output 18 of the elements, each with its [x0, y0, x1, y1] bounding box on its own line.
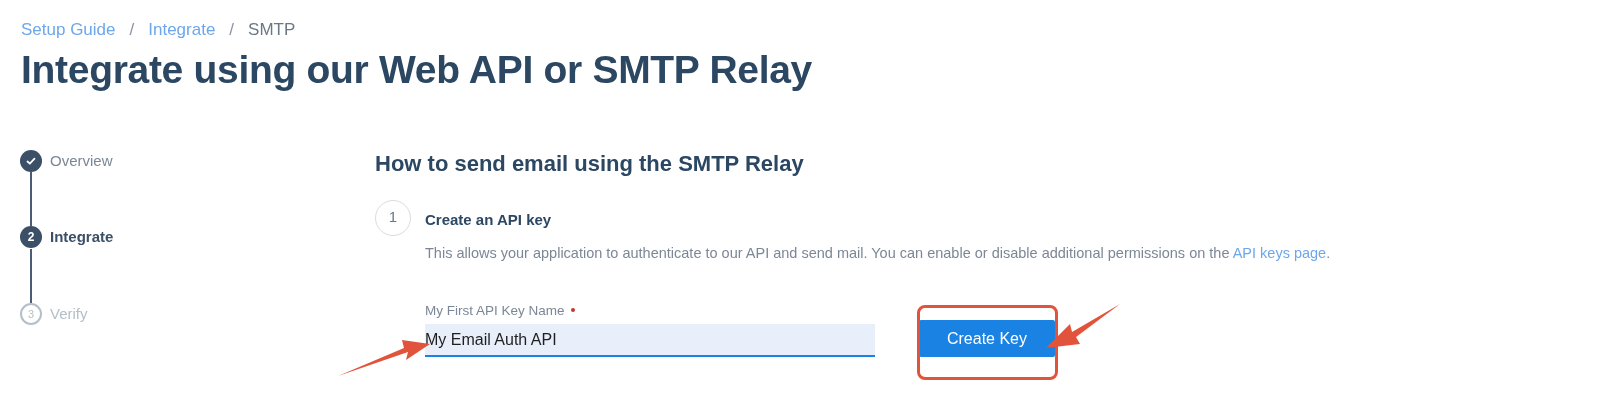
- step-title: Create an API key: [425, 209, 553, 230]
- step-description: This allows your application to authenticate to our API and send mail. You can enable or disable additional permissions on the API keys page.: [425, 244, 1331, 263]
- step-label[interactable]: Overview: [50, 149, 113, 172]
- breadcrumb-current: SMTP: [248, 19, 296, 41]
- page-title: Integrate using our Web API or SMTP Relay: [21, 46, 813, 93]
- field-label: My First API Key Name: [425, 300, 875, 321]
- section-heading: How to send email using the SMTP Relay: [375, 149, 805, 178]
- step-label[interactable]: Integrate: [50, 226, 114, 249]
- breadcrumb-link[interactable]: Setup Guide: [21, 17, 116, 43]
- breadcrumb-separator: /: [129, 19, 135, 41]
- api-keys-link[interactable]: API keys page: [1232, 245, 1327, 261]
- create-key-button[interactable]: Create Key: [919, 320, 1055, 357]
- step-number: 2: [20, 226, 42, 249]
- breadcrumb-link[interactable]: Integrate: [148, 17, 216, 43]
- step-label[interactable]: Verify: [50, 302, 88, 325]
- step-number: 3: [20, 302, 42, 325]
- api-key-name-field[interactable]: My Email Auth API: [425, 324, 875, 357]
- breadcrumb-separator: /: [229, 19, 235, 41]
